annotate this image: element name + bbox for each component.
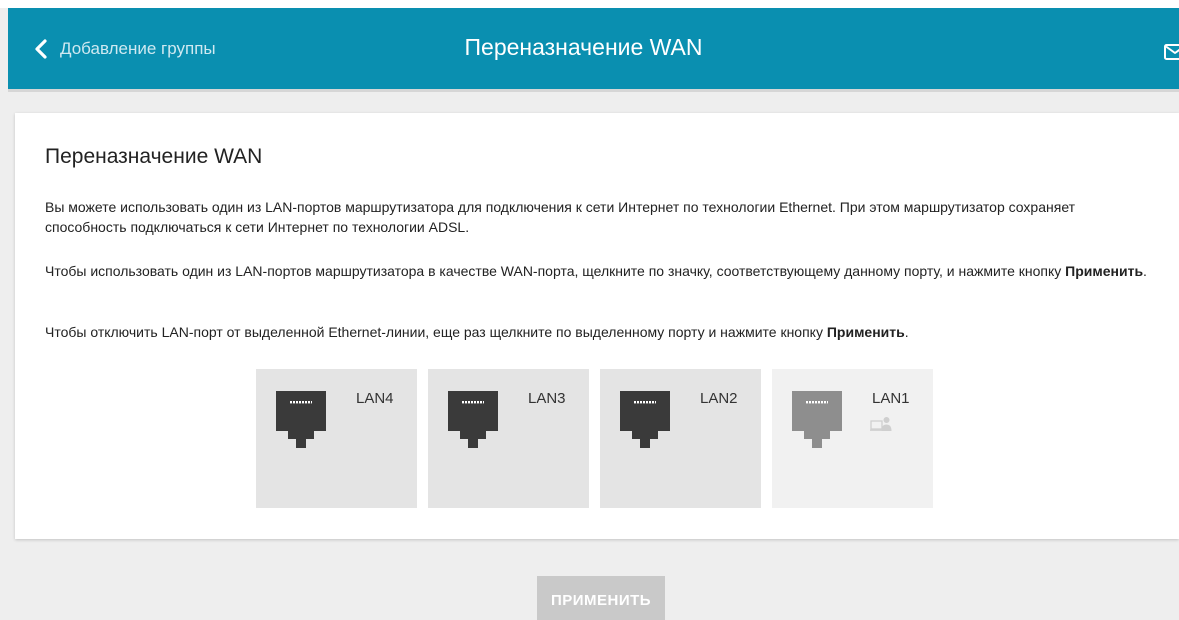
back-button[interactable]: Добавление группы [34,35,216,63]
page: Добавление группы Переназначение WAN Пер… [0,0,1179,620]
description-paragraph-1: Вы можете использовать один из LAN-порто… [45,197,1150,237]
ethernet-port-icon [448,391,498,448]
card-title: Переназначение WAN [45,145,263,168]
page-header: Добавление группы Переназначение WAN [8,8,1179,89]
description-paragraph-3: Чтобы отключить LAN-порт от выделенной E… [45,322,1150,342]
p3-bold: Применить [826,324,905,340]
port-lan2[interactable]: LAN2 [600,369,761,508]
port-label: LAN3 [528,390,566,407]
port-label: LAN1 [872,390,910,407]
p2-bold: Применить [1065,263,1144,279]
apply-button[interactable]: ПРИМЕНИТЬ [537,576,665,620]
mail-icon[interactable] [1163,40,1179,64]
wan-reassign-card: Переназначение WAN Вы можете использоват… [15,113,1179,539]
top-strip [0,0,1179,8]
p2-end: . [1143,263,1147,279]
p1-text: Вы можете использовать один из LAN-порто… [45,199,1076,235]
p3-text: Чтобы отключить LAN-порт от выделенной E… [45,324,827,340]
back-label: Добавление группы [60,39,216,58]
port-lan4[interactable]: LAN4 [256,369,417,508]
chevron-left-icon [35,39,47,59]
port-lan1[interactable]: LAN1 [772,369,933,508]
ethernet-port-icon [792,391,842,448]
page-title-text: Переназначение WAN [464,34,703,60]
header-divider [8,89,1179,92]
p3-end: . [904,324,909,340]
port-label: LAN2 [700,390,738,407]
port-label: LAN4 [356,390,394,407]
port-selector: LAN4 LAN3 LAN2 LAN1 [256,369,944,508]
ethernet-port-icon [620,391,670,448]
port-lan3[interactable]: LAN3 [428,369,589,508]
description-paragraph-2: Чтобы использовать один из LAN-портов ма… [45,261,1150,281]
ethernet-port-icon [276,391,326,448]
p2-text: Чтобы использовать один из LAN-портов ма… [45,263,1066,279]
connected-client-icon [870,417,892,431]
